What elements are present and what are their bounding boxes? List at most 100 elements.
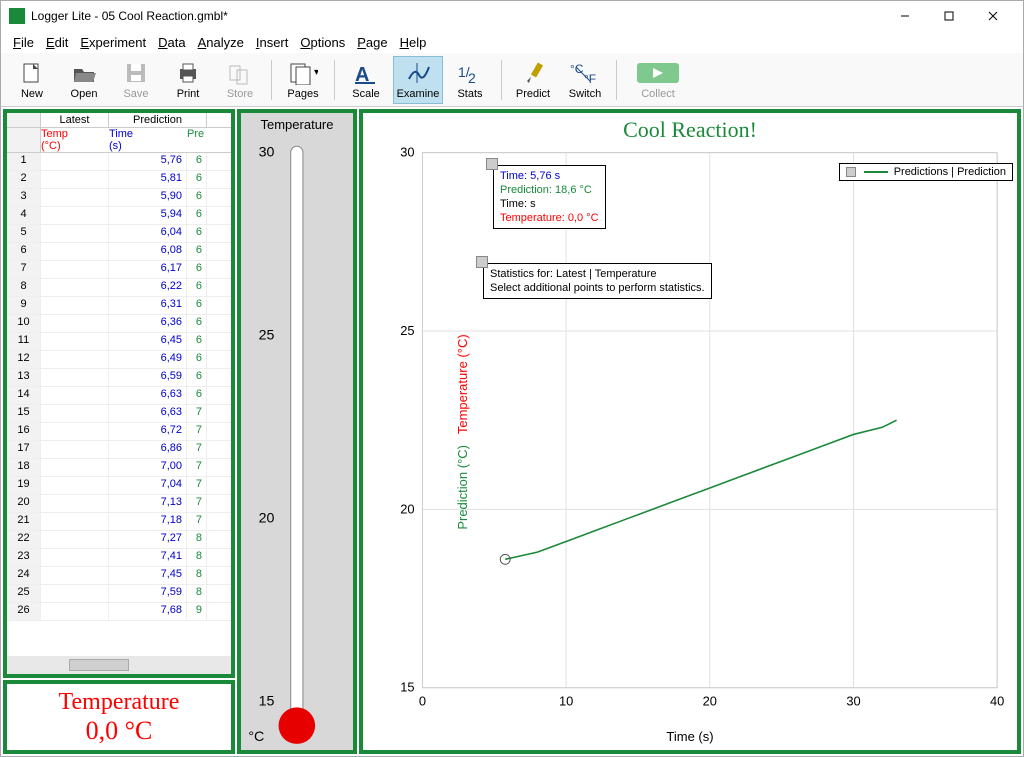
open-icon [71, 60, 97, 86]
table-row[interactable]: 207,137 [7, 495, 231, 513]
table-row[interactable]: 136,596 [7, 369, 231, 387]
table-row[interactable]: 126,496 [7, 351, 231, 369]
scale-icon: A [353, 60, 379, 86]
data-table-panel[interactable]: Latest Prediction Temp(°C)Time(s)Pre 15,… [3, 109, 235, 678]
collect-icon [633, 60, 683, 86]
save-icon [123, 60, 149, 86]
svg-text:30: 30 [259, 144, 275, 160]
svg-text:25: 25 [259, 327, 275, 343]
middle-column: Temperature 30 25 20 15 °C [237, 109, 357, 754]
thermometer-graphic: 30 25 20 15 °C [246, 136, 348, 746]
table-row[interactable]: 146,636 [7, 387, 231, 405]
box-handle-icon[interactable] [476, 256, 488, 268]
app-icon [9, 8, 25, 24]
toolbar-predict-button[interactable]: Predict [508, 56, 558, 104]
svg-text:15: 15 [400, 680, 414, 695]
table-row[interactable]: 247,458 [7, 567, 231, 585]
predict-icon [520, 60, 546, 86]
chart-legend[interactable]: Predictions | Prediction [839, 163, 1013, 181]
toolbar-scale-button[interactable]: AScale [341, 56, 391, 104]
table-row[interactable]: 15,766 [7, 153, 231, 171]
svg-text:20: 20 [259, 510, 275, 526]
readout-panel: Temperature 0,0 °C [3, 680, 235, 754]
table-row[interactable]: 176,867 [7, 441, 231, 459]
toolbar-stats-button[interactable]: 1/2Stats [445, 56, 495, 104]
toolbar-collect-button: Collect [623, 56, 693, 104]
store-icon [227, 60, 253, 86]
toolbar-print-button[interactable]: Print [163, 56, 213, 104]
table-row[interactable]: 257,598 [7, 585, 231, 603]
maximize-button[interactable] [927, 1, 971, 31]
table-row[interactable]: 25,816 [7, 171, 231, 189]
table-row[interactable]: 156,637 [7, 405, 231, 423]
legend-handle-icon[interactable] [846, 167, 856, 177]
table-row[interactable]: 217,187 [7, 513, 231, 531]
table-column-header: Temp(°C)Time(s)Pre [7, 128, 231, 153]
table-row[interactable]: 86,226 [7, 279, 231, 297]
thermometer-panel[interactable]: Temperature 30 25 20 15 °C [237, 109, 357, 754]
svg-text:20: 20 [400, 501, 414, 516]
right-column: Cool Reaction! 01020304015202530 Predict… [359, 109, 1021, 754]
svg-text:20: 20 [703, 694, 717, 709]
chart-panel[interactable]: Cool Reaction! 01020304015202530 Predict… [359, 109, 1021, 754]
svg-text:°C: °C [570, 62, 584, 76]
svg-text:2: 2 [468, 70, 476, 85]
table-row[interactable]: 106,366 [7, 315, 231, 333]
table-row[interactable]: 116,456 [7, 333, 231, 351]
toolbar-new-button[interactable]: New [7, 56, 57, 104]
readout-value: 0,0 °C [86, 716, 153, 746]
titlebar: Logger Lite - 05 Cool Reaction.gmbl* [1, 1, 1023, 31]
toolbar-open-button[interactable]: Open [59, 56, 109, 104]
svg-text:10: 10 [559, 694, 573, 709]
table-hscrollbar[interactable] [7, 656, 231, 674]
svg-text:30: 30 [846, 694, 860, 709]
stats-info-box[interactable]: Statistics for: Latest | Temperature Sel… [483, 263, 712, 299]
table-body[interactable]: 15,76625,81635,90645,94656,04666,08676,1… [7, 153, 231, 656]
toolbar-pages-button[interactable]: ▾Pages [278, 56, 328, 104]
menu-page[interactable]: Page [351, 33, 393, 52]
svg-text:30: 30 [400, 145, 414, 160]
print-icon [175, 60, 201, 86]
table-row[interactable]: 56,046 [7, 225, 231, 243]
toolbar-switch-button[interactable]: °C°FSwitch [560, 56, 610, 104]
left-column: Latest Prediction Temp(°C)Time(s)Pre 15,… [3, 109, 235, 754]
menu-file[interactable]: File [7, 33, 40, 52]
table-row[interactable]: 35,906 [7, 189, 231, 207]
svg-text:A: A [355, 64, 369, 85]
toolbar-save-button: Save [111, 56, 161, 104]
table-row[interactable]: 227,278 [7, 531, 231, 549]
table-group-header: Latest Prediction [7, 113, 231, 128]
table-row[interactable]: 45,946 [7, 207, 231, 225]
table-row[interactable]: 66,086 [7, 243, 231, 261]
close-button[interactable] [971, 1, 1015, 31]
stats-icon: 1/2 [457, 60, 483, 86]
minimize-button[interactable] [883, 1, 927, 31]
toolbar-examine-button[interactable]: Examine [393, 56, 443, 104]
table-row[interactable]: 96,316 [7, 297, 231, 315]
toolbar: NewOpenSavePrintStore ▾Pages AScaleExamine… [1, 53, 1023, 107]
menu-help[interactable]: Help [394, 33, 433, 52]
menu-experiment[interactable]: Experiment [74, 33, 152, 52]
table-row[interactable]: 267,689 [7, 603, 231, 621]
menu-data[interactable]: Data [152, 33, 191, 52]
menu-options[interactable]: Options [294, 33, 351, 52]
switch-icon: °C°F [570, 60, 600, 86]
svg-text:▾: ▾ [314, 67, 318, 78]
chart-ylabel: Prediction (°C) Temperature (°C) [455, 334, 470, 529]
table-row[interactable]: 187,007 [7, 459, 231, 477]
chart-xlabel: Time (s) [363, 729, 1017, 744]
menu-insert[interactable]: Insert [250, 33, 295, 52]
table-row[interactable]: 76,176 [7, 261, 231, 279]
examine-info-box[interactable]: Time: 5,76 s Prediction: 18,6 °C Time: s… [493, 165, 606, 229]
toolbar-store-button: Store [215, 56, 265, 104]
svg-text:25: 25 [400, 323, 414, 338]
table-row[interactable]: 166,727 [7, 423, 231, 441]
svg-text:15: 15 [259, 693, 275, 709]
table-row[interactable]: 197,047 [7, 477, 231, 495]
box-handle-icon[interactable] [486, 158, 498, 170]
menu-analyze[interactable]: Analyze [192, 33, 250, 52]
table-row[interactable]: 237,418 [7, 549, 231, 567]
menu-edit[interactable]: Edit [40, 33, 74, 52]
new-icon [19, 60, 45, 86]
legend-line-icon [864, 171, 888, 173]
